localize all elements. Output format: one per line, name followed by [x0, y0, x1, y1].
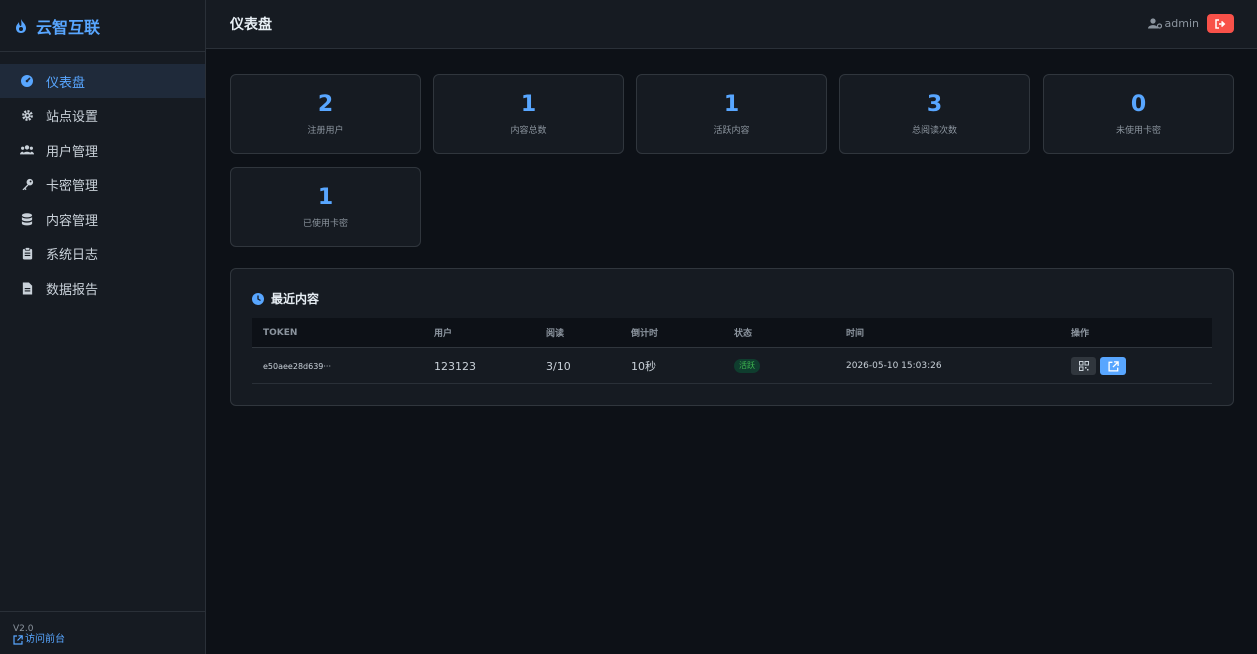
qrcode-button[interactable] [1071, 357, 1096, 375]
stat-label: 总阅读次数 [911, 126, 957, 136]
sidebar-item-label: 用户管理 [46, 144, 99, 160]
database-icon [20, 212, 34, 226]
stat-value: 3 [926, 92, 943, 117]
sidebar-nav: 仪表盘 站点设置 用户管理 卡密管理 内容管理 系统日志 数据报告 [0, 64, 205, 306]
flame-icon [14, 18, 28, 34]
brand[interactable]: 云智互联 [0, 0, 205, 52]
stat-card-unused-cards: 0 未使用卡密 [1043, 74, 1234, 154]
gear-icon [20, 109, 34, 123]
dashboard-icon [20, 74, 34, 88]
user-area: admin [1147, 14, 1234, 33]
stat-card-active-content: 1 活跃内容 [636, 74, 827, 154]
sidebar-footer: V2.0 访问前台 [0, 611, 205, 654]
qrcode-icon [1078, 361, 1089, 371]
column-header-countdown: 倒计时 [631, 329, 659, 339]
stat-label: 活跃内容 [713, 126, 750, 136]
cell-countdown: 10秒 [631, 360, 656, 373]
cell-status: 活跃 [734, 349, 760, 383]
recent-content-panel: 最近内容 TOKEN 用户 阅读 倒计时 状态 时间 操作 e50aee28d6… [230, 268, 1234, 406]
stat-value: 0 [1130, 92, 1147, 117]
visit-frontend-link[interactable]: 访问前台 [13, 634, 205, 646]
column-header-reads: 阅读 [546, 329, 565, 339]
sidebar: 云智互联 仪表盘 站点设置 用户管理 卡密管理 内容管理 系统日志 数据报告 V… [0, 0, 206, 654]
clock-icon [252, 292, 271, 305]
stat-card-used-cards: 1 已使用卡密 [230, 167, 421, 247]
stat-card-total-content: 1 内容总数 [433, 74, 624, 154]
clipboard-icon [20, 247, 34, 261]
brand-name: 云智互联 [36, 17, 101, 37]
stat-value: 1 [317, 185, 334, 210]
stat-card-total-reads: 3 总阅读次数 [839, 74, 1030, 154]
stat-card-registered-users: 2 注册用户 [230, 74, 421, 154]
version-label: V2.0 [13, 624, 34, 634]
cell-reads: 3/10 [546, 359, 571, 373]
sidebar-item-cards[interactable]: 卡密管理 [0, 168, 205, 202]
sidebar-item-label: 仪表盘 [46, 75, 86, 91]
key-icon [20, 178, 34, 192]
sidebar-item-label: 站点设置 [46, 110, 99, 126]
file-icon [20, 282, 34, 296]
users-icon [20, 143, 34, 157]
sidebar-item-label: 内容管理 [46, 213, 99, 229]
sign-out-icon [1215, 18, 1226, 29]
cell-time: 2026-05-10 15:03:26 [846, 361, 942, 371]
stat-label: 已使用卡密 [302, 219, 348, 229]
stat-label: 内容总数 [510, 126, 547, 136]
column-header-status: 状态 [734, 329, 753, 339]
sidebar-item-label: 卡密管理 [46, 179, 99, 195]
status-badge: 活跃 [734, 359, 760, 373]
table-header: TOKEN 用户 阅读 倒计时 状态 时间 操作 [252, 318, 1212, 348]
top-header: 仪表盘 admin [206, 0, 1257, 49]
sidebar-item-site-settings[interactable]: 站点设置 [0, 99, 205, 133]
stat-value: 1 [520, 92, 537, 117]
recent-content-title: 最近内容 [271, 292, 320, 306]
external-link-icon [1107, 360, 1119, 372]
sidebar-item-label: 系统日志 [46, 248, 99, 264]
sidebar-item-users[interactable]: 用户管理 [0, 133, 205, 167]
open-link-button[interactable] [1100, 357, 1126, 375]
visit-frontend-label: 访问前台 [25, 634, 65, 645]
sidebar-item-dashboard[interactable]: 仪表盘 [0, 64, 205, 98]
stat-label: 未使用卡密 [1115, 126, 1161, 136]
column-header-actions: 操作 [1071, 329, 1090, 339]
logout-button[interactable] [1207, 14, 1234, 33]
sidebar-item-label: 数据报告 [46, 283, 99, 299]
sidebar-item-logs[interactable]: 系统日志 [0, 237, 205, 271]
cell-user: 123123 [434, 359, 476, 373]
user-gear-icon [1147, 18, 1162, 29]
external-link-icon [13, 635, 25, 645]
page-title: 仪表盘 [230, 17, 272, 33]
column-header-user: 用户 [434, 329, 453, 339]
stat-value: 1 [723, 92, 740, 117]
username: admin [1164, 17, 1199, 30]
table-row: e50aee28d639··· 123123 3/10 10秒 活跃 2026-… [252, 349, 1212, 384]
column-header-token: TOKEN [263, 327, 298, 338]
sidebar-item-reports[interactable]: 数据报告 [0, 272, 205, 306]
cell-actions [1071, 349, 1130, 383]
column-header-time: 时间 [846, 329, 865, 339]
stat-label: 注册用户 [307, 126, 344, 136]
stat-value: 2 [317, 92, 334, 117]
sidebar-item-content[interactable]: 内容管理 [0, 202, 205, 236]
cell-token: e50aee28d639··· [263, 361, 332, 371]
recent-content-heading: 最近内容 [252, 290, 319, 307]
